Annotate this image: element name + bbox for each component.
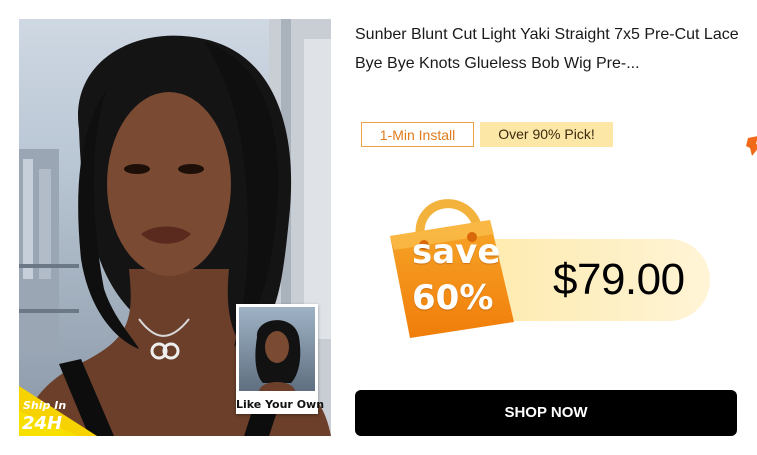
- shipping-line2: 24H: [22, 413, 63, 434]
- inset-image: [239, 307, 315, 391]
- shipping-badge: Ship In 24H: [19, 366, 97, 436]
- inset-model: [255, 320, 301, 391]
- shop-now-button[interactable]: SHOP NOW: [355, 390, 737, 436]
- tag-pick: Over 90% Pick!: [480, 122, 613, 147]
- partial-orange-icon: [746, 136, 757, 156]
- save-label: save: [412, 232, 501, 272]
- inset-caption: Like Your Own: [236, 398, 325, 411]
- price: $79.00: [553, 255, 685, 304]
- shipping-line1: Ship In: [23, 399, 67, 412]
- tag-install: 1-Min Install: [361, 122, 474, 147]
- save-percent: 60%: [412, 278, 494, 318]
- product-image[interactable]: Ship In 24H Like Your Own: [19, 19, 331, 436]
- product-title[interactable]: Sunber Blunt Cut Light Yaki Straight 7x5…: [355, 20, 745, 78]
- inset-photo: Like Your Own: [236, 304, 325, 414]
